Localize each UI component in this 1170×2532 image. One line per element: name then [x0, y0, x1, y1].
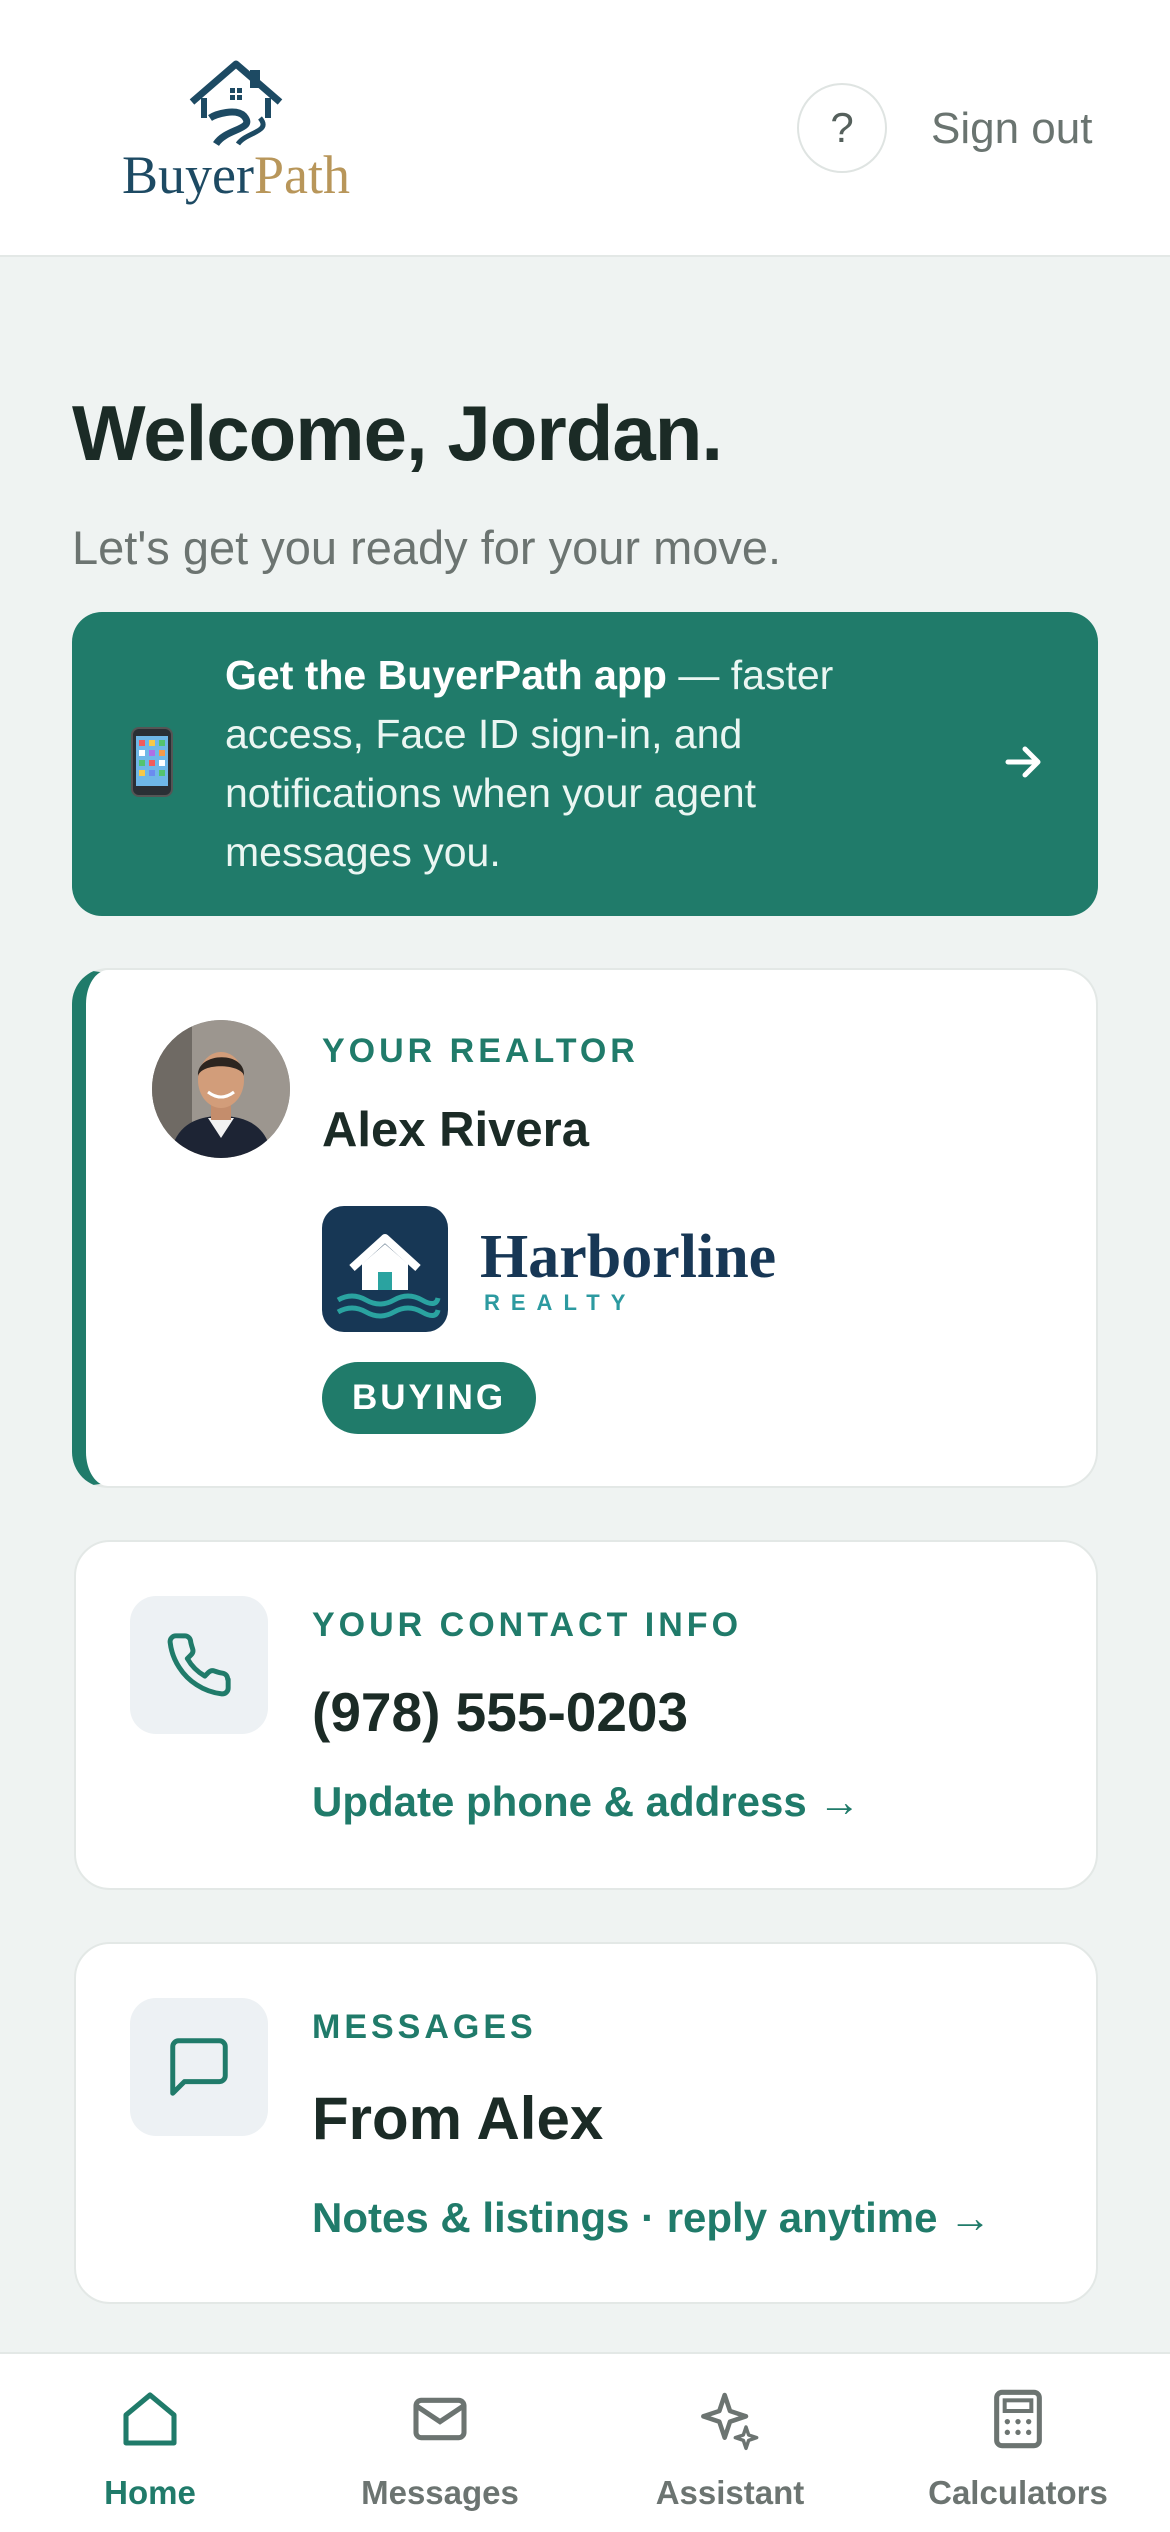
nav-home[interactable]: Home [20, 2384, 280, 2512]
phone-icon-tile [130, 1596, 268, 1734]
phone-icon [167, 1633, 231, 1697]
nav-messages[interactable]: Messages [310, 2384, 570, 2512]
contact-eyebrow: YOUR CONTACT INFO [312, 1606, 743, 1644]
messages-title: From Alex [312, 2085, 604, 2152]
nav-assistant[interactable]: Assistant [600, 2384, 860, 2512]
home-icon [20, 2384, 280, 2454]
welcome-heading: Welcome, Jordan. [72, 389, 723, 477]
brokerage-name: Harborline [480, 1223, 777, 1291]
bottom-navigation: Home Messages Assistant Calculators [0, 2352, 1170, 2532]
mobile-phone-icon [130, 726, 174, 803]
get-app-banner[interactable]: Get the BuyerPath app — faster access, F… [72, 612, 1098, 916]
nav-calculators-label: Calculators [928, 2474, 1108, 2511]
buyerpath-logo[interactable]: BuyerPath [122, 58, 352, 208]
brokerage-house-icon [322, 1206, 448, 1332]
realtor-eyebrow: YOUR REALTOR [322, 1032, 639, 1070]
realtor-card[interactable]: YOUR REALTOR Alex Rivera Harborline REAL… [72, 968, 1098, 1488]
messages-eyebrow: MESSAGES [312, 2008, 537, 2046]
logo-word-path: Path [253, 145, 350, 205]
chat-icon-tile [130, 1998, 268, 2136]
update-contact-link[interactable]: Update phone & address → [312, 1778, 860, 1826]
sign-out-link[interactable]: Sign out [931, 104, 1092, 154]
mail-icon [310, 2384, 570, 2454]
page: BuyerPath ? Sign out Welcome, Jordan. Le… [0, 0, 1170, 2532]
contact-info-card[interactable]: YOUR CONTACT INFO (978) 555-0203 Update … [74, 1540, 1098, 1890]
arrow-right-icon [1004, 744, 1044, 785]
chat-bubble-icon [170, 2038, 228, 2096]
contact-phone-number: (978) 555-0203 [312, 1681, 689, 1743]
app-banner-text: Get the BuyerPath app — faster access, F… [225, 646, 905, 882]
calculator-icon [888, 2384, 1148, 2454]
nav-home-label: Home [104, 2474, 196, 2511]
realtor-avatar [152, 1020, 290, 1158]
messages-link[interactable]: Notes & listings · reply anytime → [312, 2194, 991, 2242]
realtor-name: Alex Rivera [322, 1103, 589, 1157]
brokerage-subtitle: REALTY [484, 1290, 637, 1315]
logo-wordmark: BuyerPath [122, 144, 350, 206]
sparkle-icon [600, 2384, 860, 2454]
status-badge: BUYING [322, 1362, 537, 1434]
nav-assistant-label: Assistant [655, 2474, 805, 2511]
help-button[interactable]: ? [797, 83, 887, 173]
messages-card[interactable]: MESSAGES From Alex Notes & listings · re… [74, 1942, 1098, 2304]
app-banner-bold: Get the BuyerPath app [225, 652, 667, 698]
house-path-logo-icon [189, 60, 283, 146]
nav-calculators[interactable]: Calculators [888, 2384, 1148, 2512]
welcome-subtitle: Let's get you ready for your move. [72, 521, 782, 574]
logo-word-buyer: Buyer [122, 145, 254, 205]
app-header: BuyerPath ? Sign out [0, 0, 1170, 257]
nav-messages-label: Messages [361, 2474, 519, 2511]
